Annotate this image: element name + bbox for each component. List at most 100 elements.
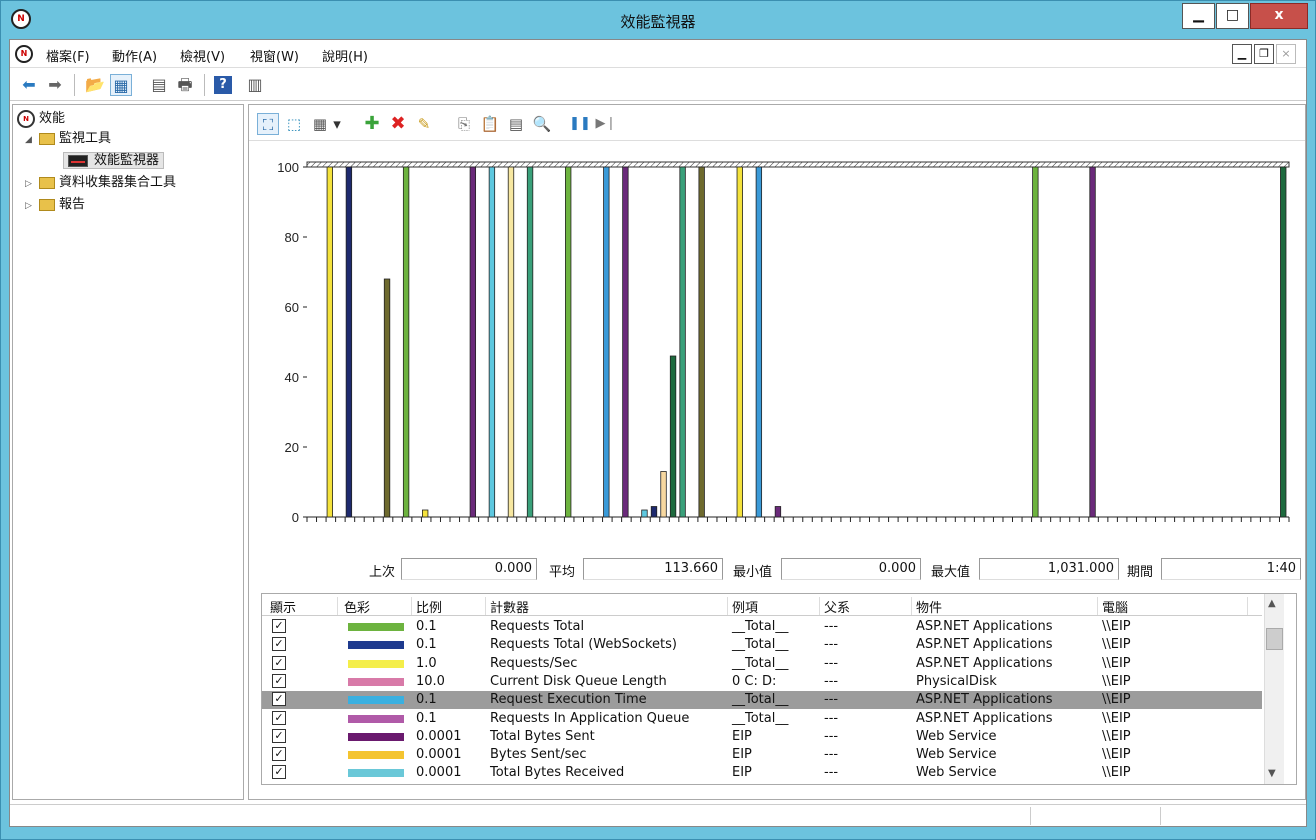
up-folder-icon[interactable]: 📂 xyxy=(84,74,106,96)
counter-scale: 0.1 xyxy=(416,692,437,708)
tree-node-performance[interactable]: N 效能 xyxy=(17,109,65,129)
collapsed-arrow-icon[interactable]: ▷ xyxy=(25,196,39,216)
column-header-instance[interactable]: 例項 xyxy=(728,597,820,616)
show-checkbox[interactable]: ✓ xyxy=(272,747,286,762)
mdi-restore-button[interactable]: ❐ xyxy=(1254,44,1274,64)
freeze-display-icon[interactable]: ❚❚ xyxy=(569,113,591,135)
properties-icon[interactable]: ▤ xyxy=(148,74,170,96)
show-checkbox[interactable]: ✓ xyxy=(272,765,286,780)
print-icon[interactable]: 🖶 xyxy=(174,74,196,96)
tree-node-monitoring-tools[interactable]: ◢ 監視工具 xyxy=(25,129,111,149)
duration-label: 期間 xyxy=(1127,565,1154,580)
y-tick-label: 40 xyxy=(285,370,299,385)
zoom-icon[interactable]: 🔍 xyxy=(531,113,553,135)
tree-node-reports[interactable]: ▷ 報告 xyxy=(25,195,85,215)
tree-node-data-collector-sets[interactable]: ▷ 資料收集器集合工具 xyxy=(25,173,176,193)
duration-value: 1:40 xyxy=(1161,558,1301,580)
maximize-button[interactable]: □ xyxy=(1216,3,1249,29)
graph-toolbar: ⛶ ⬚ ▦ ▾ ✚ ✖ ✎ ⎘ 📋 ▤ 🔍 ❚❚ ▶❘ xyxy=(249,105,1305,141)
toolbar-separator xyxy=(74,74,75,96)
close-button[interactable]: x xyxy=(1250,3,1308,29)
column-header-show[interactable]: 顯示 xyxy=(266,597,338,616)
tree-node-performance-monitor[interactable]: 效能監視器 xyxy=(63,151,165,171)
menu-help[interactable]: 說明(H) xyxy=(322,46,368,65)
counter-row[interactable]: ✓ 10.0 Current Disk Queue Length 0 C: D: ---… xyxy=(262,673,1262,691)
title-bar[interactable]: N 效能監視器 ▁ □ x xyxy=(1,1,1315,39)
show-checkbox[interactable]: ✓ xyxy=(272,619,286,633)
counter-row[interactable]: ✓ 0.1 Requests Total (WebSockets) __Total__… xyxy=(262,636,1262,654)
system-menu-icon[interactable]: N xyxy=(15,45,33,63)
counter-computer: \\EIP xyxy=(1102,673,1131,689)
counter-row[interactable]: ✓ 0.0001 Total Bytes Sent EIP --- Web Service… xyxy=(262,728,1262,746)
color-swatch xyxy=(348,696,404,705)
change-graph-type-icon[interactable]: ▦ xyxy=(309,113,331,135)
show-checkbox[interactable]: ✓ xyxy=(272,655,286,670)
delete-counter-icon[interactable]: ✖ xyxy=(387,113,409,135)
show-checkbox[interactable]: ✓ xyxy=(272,637,286,652)
counter-object: ASP.NET Applications xyxy=(916,692,1053,708)
expanded-arrow-icon[interactable]: ◢ xyxy=(25,130,39,150)
histogram-bar xyxy=(622,166,629,518)
minimum-value: 0.000 xyxy=(781,558,921,580)
menu-file[interactable]: 檔案(F) xyxy=(46,46,90,65)
histogram-chart: 0 20 40 60 80 100 xyxy=(277,160,1290,525)
counter-row[interactable]: ✓ 0.1 Request Execution Time __Total__ --- AS… xyxy=(262,691,1262,710)
vertical-scrollbar[interactable]: ▲ ▼ xyxy=(1264,594,1284,784)
app-window: N 效能監視器 ▁ □ x N 檔案(F) 動作(A) 檢視(V) 視窗(W) … xyxy=(0,0,1316,840)
minimize-button[interactable]: ▁ xyxy=(1182,3,1215,29)
y-tick-label: 60 xyxy=(285,300,299,315)
help-icon[interactable]: ? xyxy=(214,76,232,94)
scroll-up-icon[interactable]: ▲ xyxy=(1268,598,1276,609)
highlight-icon[interactable]: ✎ xyxy=(413,113,435,135)
column-header-counter[interactable]: 計數器 xyxy=(486,597,728,616)
counter-instance: __Total__ xyxy=(732,619,789,634)
menu-view[interactable]: 檢視(V) xyxy=(180,46,225,65)
counter-row[interactable]: ✓ 0.0001 Bytes Sent/sec EIP --- Web Service \\… xyxy=(262,746,1262,764)
column-header-color[interactable]: 色彩 xyxy=(340,597,412,616)
show-hide-action-pane-icon[interactable]: ▥ xyxy=(244,74,266,96)
histogram-bar xyxy=(488,166,496,518)
paste-counter-list-icon[interactable]: 📋 xyxy=(479,113,501,135)
mdi-window-controls: ▁ ❐ × xyxy=(1232,44,1302,66)
average-label: 平均 xyxy=(549,565,576,580)
counter-row[interactable]: ✓ 1.0 Requests/Sec __Total__ --- ASP.NET Appl… xyxy=(262,655,1262,673)
counter-row[interactable]: ✓ 0.1 Requests In Application Queue __Total… xyxy=(262,710,1262,728)
properties-icon[interactable]: ▤ xyxy=(505,113,527,135)
column-header-object[interactable]: 物件 xyxy=(912,597,1098,616)
histogram-bar xyxy=(755,166,763,518)
scroll-thumb[interactable] xyxy=(1266,628,1283,650)
view-log-data-icon[interactable]: ⬚ xyxy=(283,113,305,135)
show-checkbox[interactable]: ✓ xyxy=(272,673,286,688)
copy-properties-icon[interactable]: ⎘ xyxy=(453,113,475,135)
add-counter-icon[interactable]: ✚ xyxy=(361,113,383,135)
counter-parent: --- xyxy=(824,692,839,708)
column-header-scale[interactable]: 比例 xyxy=(412,597,486,616)
counter-row[interactable]: ✓ 0.0001 Total Bytes Received EIP --- Web Ser… xyxy=(262,764,1262,782)
counter-scale: 0.1 xyxy=(416,637,437,653)
show-checkbox[interactable]: ✓ xyxy=(272,728,286,743)
show-checkbox[interactable]: ✓ xyxy=(272,710,286,725)
back-arrow-icon[interactable]: ⬅ xyxy=(18,74,40,96)
forward-arrow-icon[interactable]: ➡ xyxy=(44,74,66,96)
menu-action[interactable]: 動作(A) xyxy=(112,46,157,65)
maximum-value: 1,031.000 xyxy=(979,558,1119,580)
show-checkbox[interactable]: ✓ xyxy=(272,692,286,707)
column-header-computer[interactable]: 電腦 xyxy=(1098,597,1248,616)
collapsed-arrow-icon[interactable]: ▷ xyxy=(25,174,39,194)
view-current-activity-icon[interactable]: ⛶ xyxy=(257,113,279,135)
histogram-bar xyxy=(669,355,677,518)
mdi-minimize-button[interactable]: ▁ xyxy=(1232,44,1252,64)
dropdown-arrow-icon[interactable]: ▾ xyxy=(331,113,343,135)
client-area: N 檔案(F) 動作(A) 檢視(V) 視窗(W) 說明(H) ▁ ❐ × ⬅ … xyxy=(9,39,1307,827)
scroll-down-icon[interactable]: ▼ xyxy=(1268,768,1276,779)
menu-window[interactable]: 視窗(W) xyxy=(250,46,299,65)
counter-row[interactable]: ✓ 0.1 Requests Total __Total__ --- ASP.NET Ap… xyxy=(262,618,1262,636)
counter-instance: EIP xyxy=(732,747,752,763)
update-data-icon[interactable]: ▶❘ xyxy=(595,113,617,135)
mdi-close-button[interactable]: × xyxy=(1276,44,1296,64)
histogram-bar xyxy=(1032,166,1039,518)
y-tick-label: 100 xyxy=(277,160,299,175)
histogram-bar xyxy=(736,166,743,518)
column-header-parent[interactable]: 父系 xyxy=(820,597,912,616)
show-hide-console-tree-icon[interactable]: ▦ xyxy=(110,74,132,96)
